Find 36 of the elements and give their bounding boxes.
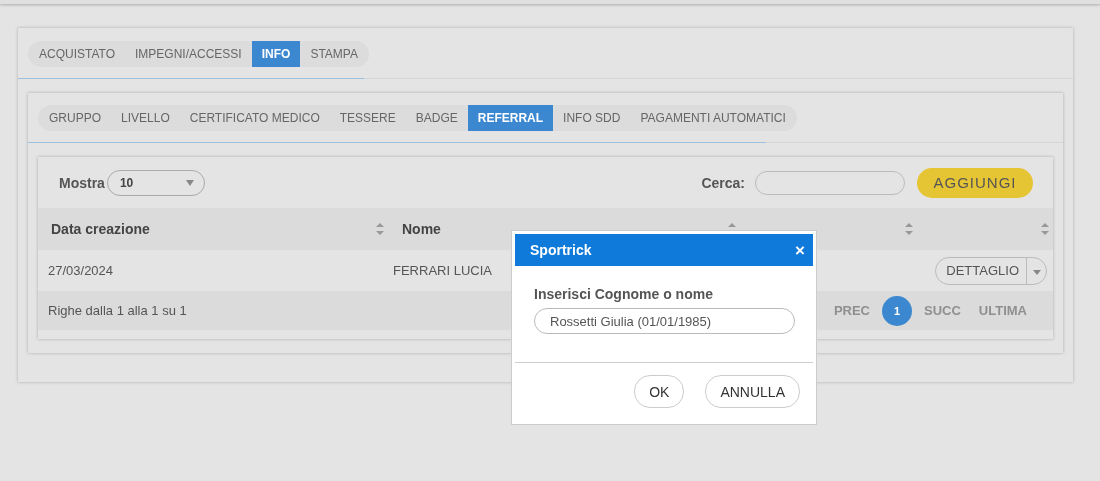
tab[interactable]: IMPEGNI/ACCESSI: [125, 41, 252, 67]
tab[interactable]: PAGAMENTI AUTOMATICI: [630, 105, 797, 131]
tab[interactable]: BADGE: [405, 105, 468, 131]
show-label: Mostra: [59, 174, 105, 191]
name-field[interactable]: Rossetti Giulia (01/01/1985): [534, 308, 795, 334]
pagination-button[interactable]: ULTIMA: [972, 303, 1033, 318]
table-cell: 27/03/2024: [48, 263, 114, 278]
table-cell: FERRARI LUCIA: [393, 263, 492, 278]
tab[interactable]: ACQUISTATO: [28, 41, 125, 67]
row-count-text: Righe dalla 1 alla 1 su 1: [48, 303, 187, 318]
column-header[interactable]: Nome: [402, 221, 441, 237]
sort-icon[interactable]: [1041, 223, 1049, 235]
pagination-button[interactable]: SUCC: [918, 303, 967, 318]
field-label: Inserisci Cognome o nome: [534, 286, 714, 302]
caret-icon: [1032, 270, 1041, 275]
caret-icon: [185, 179, 194, 186]
dialog-button[interactable]: ANNULLA: [705, 375, 800, 408]
pagination-button[interactable]: 1: [882, 295, 912, 326]
tab[interactable]: LIVELLO: [111, 105, 180, 131]
search-field[interactable]: [755, 170, 905, 195]
tab[interactable]: TESSERE: [329, 105, 406, 131]
tab[interactable]: REFERRAL: [467, 105, 554, 131]
search-label: Cerca:: [701, 174, 745, 191]
close-button[interactable]: ×: [795, 241, 805, 259]
add-button[interactable]: AGGIUNGI: [917, 167, 1033, 198]
tab[interactable]: STAMPA: [300, 41, 369, 67]
tab[interactable]: GRUPPO: [38, 105, 111, 131]
tab[interactable]: INFO: [251, 41, 301, 67]
sort-icon[interactable]: [905, 223, 913, 235]
pagination-button[interactable]: PREC: [827, 303, 876, 318]
tab[interactable]: CERTIFICATO MEDICO: [179, 105, 330, 131]
tab[interactable]: INFO SDD: [553, 105, 631, 131]
sort-icon[interactable]: [376, 223, 384, 235]
column-header[interactable]: Data creazione: [51, 221, 150, 237]
dialog-button[interactable]: OK: [634, 375, 685, 408]
dialog-title: Sportrick: [530, 242, 592, 258]
